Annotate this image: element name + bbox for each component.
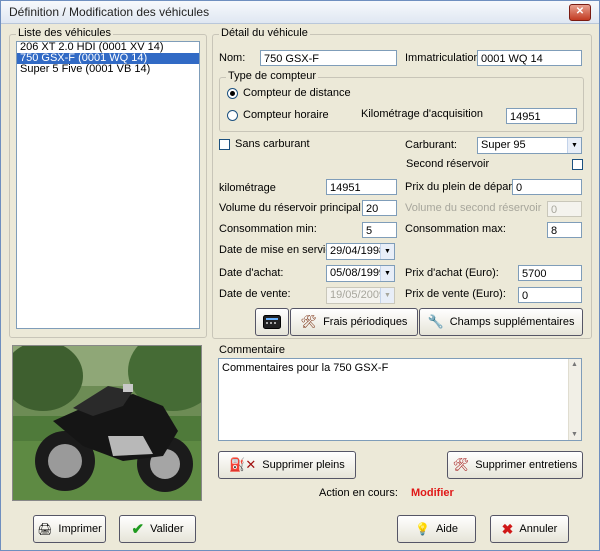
chevron-down-icon: ▼ [380, 244, 394, 259]
extra-fields-button[interactable]: 🔧 Champs supplémentaires [419, 308, 583, 336]
service-date-value: 29/04/1998 [330, 245, 386, 257]
start-fill-price-label: Prix du plein de départ: [405, 181, 519, 193]
distance-counter-radio[interactable] [227, 88, 238, 99]
scroll-up-icon: ▲ [571, 361, 578, 368]
chevron-down-icon: ▼ [380, 288, 394, 303]
sale-date-value: 19/05/2009 [330, 289, 386, 301]
action-status-label: Action en cours: [319, 487, 398, 499]
action-status-value: Modifier [411, 487, 454, 499]
print-label: Imprimer [58, 523, 102, 535]
purchase-date-value: 05/08/1999 [330, 267, 386, 279]
second-tank-checkbox[interactable] [572, 159, 583, 170]
service-date-picker[interactable]: 29/04/1998 ▼ [326, 243, 395, 260]
counter-type-label: Type de compteur [226, 70, 319, 82]
help-button[interactable]: 💡 Aide [397, 515, 476, 543]
fuel-label: Carburant: [405, 139, 457, 151]
acquisition-km-input[interactable]: 14951 [506, 108, 577, 124]
motorcycle-photo-icon [13, 346, 201, 500]
sale-date-label: Date de vente: [219, 288, 291, 300]
main-tank-volume-input[interactable]: 20 [362, 200, 397, 216]
chevron-down-icon: ▼ [380, 266, 394, 281]
validate-label: Valider [150, 523, 184, 535]
chevron-down-icon: ▼ [567, 138, 581, 153]
printer-icon: 🖨 [37, 522, 53, 536]
lightbulb-icon: 💡 [415, 522, 430, 536]
periodic-costs-button[interactable]: 🛠 Frais périodiques [290, 308, 418, 336]
acquisition-km-label: Kilométrage d'acquisition [361, 108, 483, 120]
hour-counter-label: Compteur horaire [243, 109, 329, 121]
cancel-button[interactable]: ✖ Annuler [490, 515, 569, 543]
close-icon: ✕ [575, 6, 585, 17]
window-title: Définition / Modification des véhicules [9, 5, 210, 19]
list-item[interactable]: Super 5 Five (0001 VB 14) [17, 64, 199, 75]
help-label: Aide [435, 523, 458, 535]
periodic-costs-label: Frais périodiques [323, 316, 408, 328]
distance-counter-label: Compteur de distance [243, 87, 351, 99]
checkmark-icon: ✔ [131, 521, 145, 538]
max-consumption-label: Consommation max: [405, 223, 506, 235]
validate-button[interactable]: ✔ Valider [119, 515, 196, 543]
no-fuel-label: Sans carburant [235, 138, 310, 150]
calculator-icon [263, 315, 281, 329]
start-fill-price-input[interactable]: 0 [512, 179, 582, 195]
cancel-label: Annuler [519, 523, 558, 535]
delete-fills-button[interactable]: ⛽✕ Supprimer pleins [218, 451, 356, 479]
min-consumption-input[interactable]: 5 [362, 222, 397, 238]
vehicle-list-label: Liste des véhicules [16, 27, 113, 39]
delete-maintenance-label: Supprimer entretiens [475, 459, 578, 471]
comment-scrollbar[interactable]: ▲ ▼ [568, 359, 581, 440]
main-tank-volume-label: Volume du réservoir principal [219, 202, 361, 214]
second-tank-label: Second réservoir [406, 158, 490, 170]
close-icon: ✖ [501, 520, 514, 537]
vehicle-dialog: Définition / Modification des véhicules … [0, 0, 600, 551]
vehicle-photo [12, 345, 202, 501]
comment-text: Commentaires pour la 750 GSX-F [222, 362, 389, 374]
fuel-delete-icon: ⛽✕ [229, 457, 257, 472]
tools-delete-icon: 🛠 [452, 457, 470, 472]
extra-fields-label: Champs supplémentaires [449, 316, 575, 328]
fuel-select-value: Super 95 [481, 139, 526, 151]
service-date-label: Date de mise en service [219, 244, 337, 256]
sale-price-input[interactable]: 0 [518, 287, 582, 303]
purchase-date-picker[interactable]: 05/08/1999 ▼ [326, 265, 395, 282]
sale-date-picker[interactable]: 19/05/2009 ▼ [326, 287, 395, 304]
wrench-icon: 🔧 [427, 314, 444, 329]
calculator-button[interactable] [255, 308, 289, 336]
hour-counter-radio[interactable] [227, 110, 238, 121]
purchase-price-label: Prix d'achat (Euro): [405, 267, 499, 279]
name-label: Nom: [219, 52, 246, 64]
mileage-input[interactable]: 14951 [326, 179, 397, 195]
tools-icon: 🛠 [300, 314, 318, 329]
vehicle-listbox[interactable]: 206 XT 2.0 HDI (0001 XV 14) 750 GSX-F (0… [16, 41, 200, 329]
delete-fills-label: Supprimer pleins [262, 459, 345, 471]
delete-maintenance-button[interactable]: 🛠 Supprimer entretiens [447, 451, 583, 479]
close-button[interactable]: ✕ [569, 4, 591, 21]
sale-price-label: Prix de vente (Euro): [405, 288, 506, 300]
second-tank-volume-label: Volume du second réservoir [405, 202, 542, 214]
registration-input[interactable]: 0001 WQ 14 [477, 50, 582, 66]
no-fuel-checkbox[interactable] [219, 139, 230, 150]
title-bar: Définition / Modification des véhicules … [1, 1, 599, 24]
mileage-label: kilométrage [219, 182, 276, 194]
print-button[interactable]: 🖨 Imprimer [33, 515, 106, 543]
fuel-select[interactable]: Super 95 ▼ [477, 137, 582, 154]
second-tank-volume-input[interactable]: 0 [547, 201, 582, 217]
scroll-down-icon: ▼ [571, 431, 578, 438]
min-consumption-label: Consommation min: [219, 223, 317, 235]
purchase-date-label: Date d'achat: [219, 267, 284, 279]
max-consumption-input[interactable]: 8 [547, 222, 582, 238]
vehicle-details-label: Détail du véhicule [219, 27, 310, 39]
name-input[interactable]: 750 GSX-F [260, 50, 397, 66]
comment-label: Commentaire [219, 344, 286, 356]
purchase-price-input[interactable]: 5700 [518, 265, 582, 281]
comment-textarea[interactable]: Commentaires pour la 750 GSX-F ▲ ▼ [218, 358, 582, 441]
registration-label: Immatriculation: [405, 52, 483, 64]
